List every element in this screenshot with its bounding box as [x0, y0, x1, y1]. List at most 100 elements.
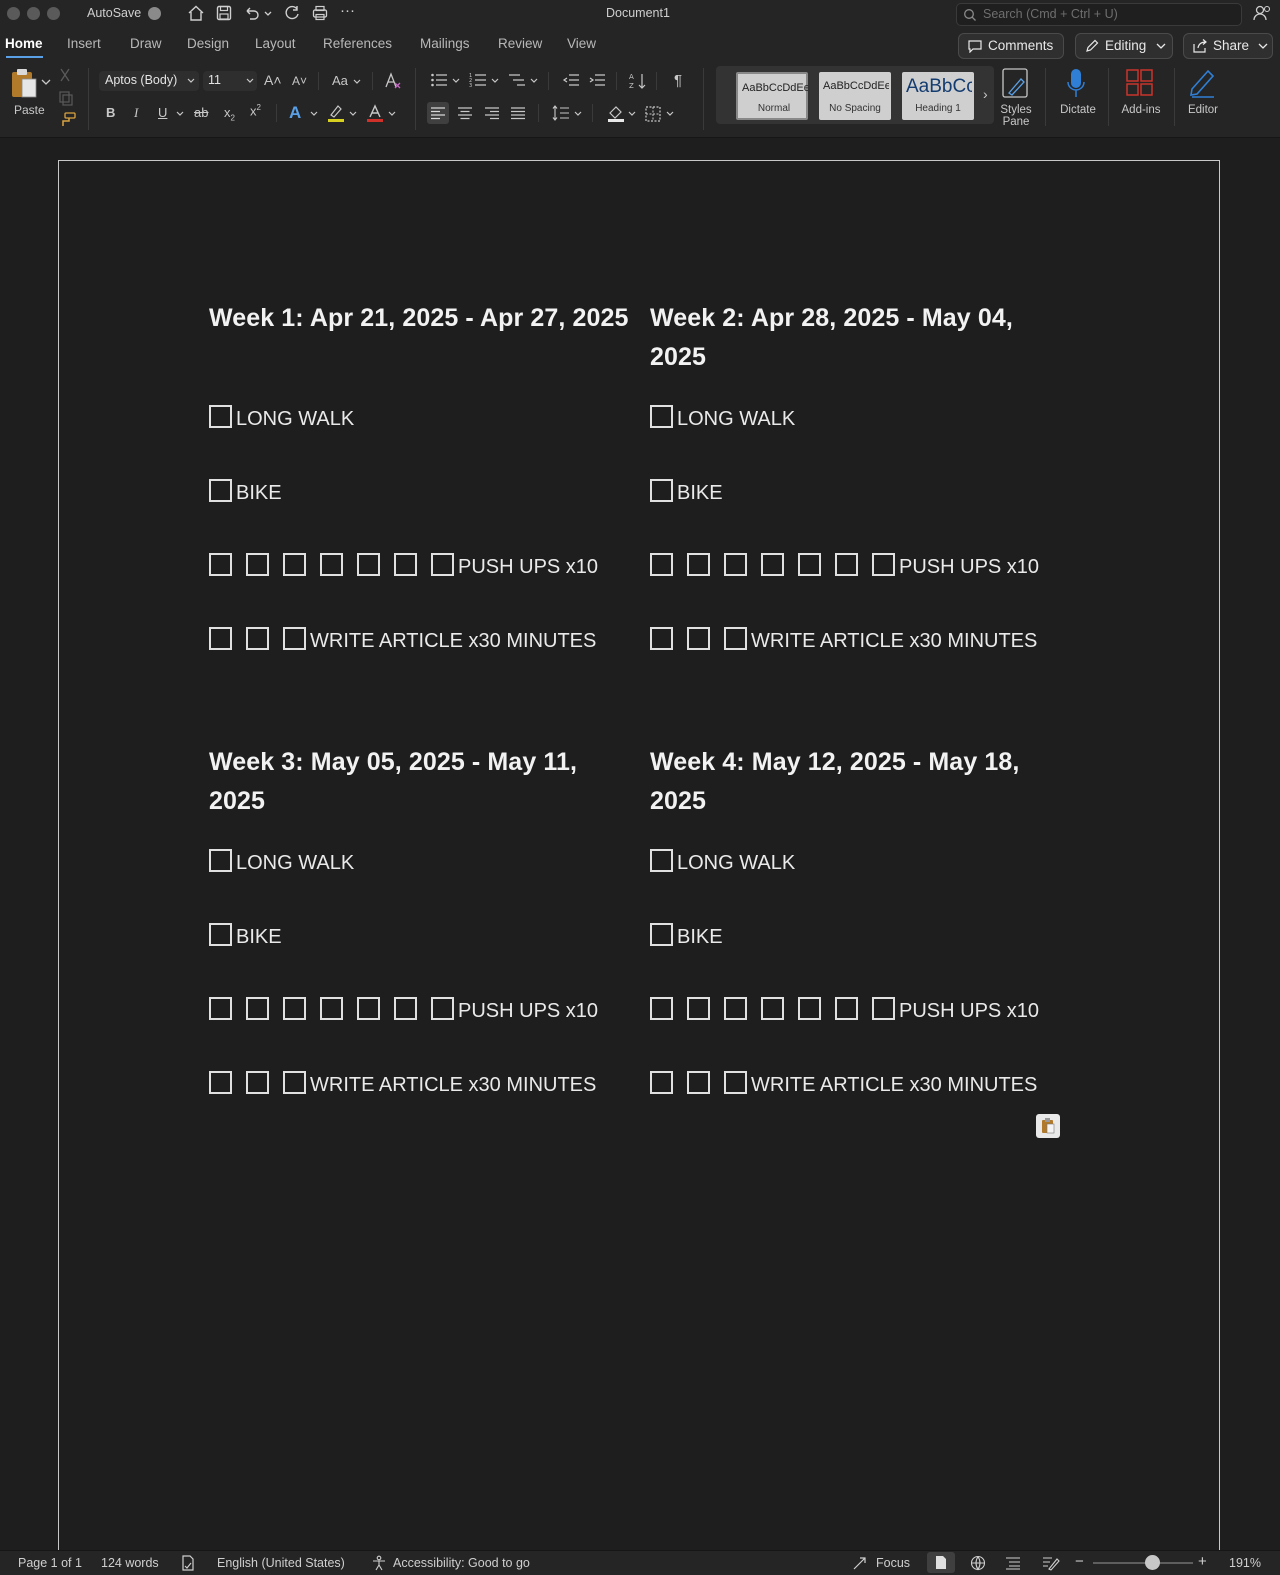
superscript-icon[interactable]: x2 [250, 103, 261, 118]
document-page[interactable]: Week 1: Apr 21, 2025 - Apr 27, 2025 LONG … [58, 160, 1220, 1571]
checkbox[interactable] [872, 553, 895, 576]
borders-icon[interactable] [644, 105, 662, 123]
highlighter-icon[interactable] [326, 103, 346, 123]
underline-button[interactable]: U [158, 105, 167, 120]
home-icon[interactable] [187, 4, 205, 22]
align-right-icon[interactable] [484, 106, 500, 120]
chevron-down-icon[interactable] [310, 111, 318, 117]
copy-icon[interactable] [58, 90, 74, 106]
checkbox[interactable] [798, 553, 821, 576]
style-normal[interactable]: AaBbCcDdEe Normal [736, 72, 808, 120]
focus-icon[interactable] [852, 1556, 867, 1571]
grow-font-icon[interactable]: A˄ [264, 72, 282, 88]
comments-button[interactable]: Comments [958, 33, 1064, 59]
chevron-down-icon[interactable] [666, 111, 674, 117]
shrink-font-icon[interactable]: A˅ [292, 74, 307, 88]
tab-mailings[interactable]: Mailings [420, 36, 470, 51]
microphone-icon[interactable] [1064, 67, 1088, 101]
checkbox[interactable] [724, 997, 747, 1020]
undo-chevron-down-icon[interactable] [262, 4, 274, 22]
account-icon[interactable] [1252, 4, 1272, 22]
editor-icon[interactable] [1188, 67, 1218, 99]
checkbox[interactable] [835, 553, 858, 576]
week-heading[interactable]: Week 3: May 05, 2025 - May 11, 2025 [209, 743, 629, 821]
task-label[interactable]: LONG WALK [236, 408, 354, 430]
checkbox[interactable] [687, 1071, 710, 1094]
zoom-window-button[interactable] [47, 7, 60, 20]
align-left-button[interactable] [427, 102, 449, 124]
checkbox[interactable] [650, 997, 673, 1020]
print-layout-button[interactable] [927, 1552, 955, 1573]
zoom-slider-track[interactable] [1093, 1562, 1193, 1564]
undo-icon[interactable] [243, 4, 261, 22]
week-heading[interactable]: Week 2: Apr 28, 2025 - May 04, 2025 [650, 299, 1070, 377]
styles-pane-icon[interactable] [1001, 67, 1031, 101]
task-label[interactable]: BIKE [236, 926, 282, 948]
tab-draw[interactable]: Draw [130, 36, 162, 51]
checkbox[interactable] [761, 997, 784, 1020]
font-size-dropdown[interactable]: 11 [203, 71, 257, 91]
multilevel-list-icon[interactable] [508, 72, 526, 88]
print-icon[interactable] [311, 4, 329, 22]
paste-icon[interactable] [10, 68, 40, 100]
checkbox[interactable] [246, 627, 269, 650]
checkbox[interactable] [650, 849, 673, 872]
checkbox[interactable] [209, 553, 232, 576]
checkbox[interactable] [209, 627, 232, 650]
word-count[interactable]: 124 words [101, 1556, 159, 1570]
sort-icon[interactable]: AZ [628, 71, 648, 91]
strikethrough-icon[interactable]: ab [194, 105, 208, 120]
task-label[interactable]: WRITE ARTICLE x30 MINUTES [751, 1074, 1037, 1096]
checkbox[interactable] [320, 553, 343, 576]
tab-review[interactable]: Review [498, 36, 542, 51]
editing-mode-button[interactable]: Editing [1075, 33, 1173, 59]
checkbox[interactable] [246, 997, 269, 1020]
week-heading[interactable]: Week 4: May 12, 2025 - May 18, 2025 [650, 743, 1070, 821]
checkbox[interactable] [209, 405, 232, 428]
focus-mode-button[interactable]: Focus [876, 1556, 910, 1570]
cut-icon[interactable] [58, 68, 72, 82]
zoom-slider-thumb[interactable] [1145, 1555, 1160, 1570]
task-label[interactable]: LONG WALK [677, 408, 795, 430]
task-label[interactable]: LONG WALK [677, 852, 795, 874]
checkbox[interactable] [724, 1071, 747, 1094]
checkbox[interactable] [431, 997, 454, 1020]
chevron-down-icon[interactable] [530, 78, 538, 84]
chevron-down-icon[interactable] [388, 111, 396, 117]
tab-insert[interactable]: Insert [67, 36, 101, 51]
line-spacing-icon[interactable] [552, 105, 570, 121]
checkbox[interactable] [394, 997, 417, 1020]
task-label[interactable]: BIKE [236, 482, 282, 504]
increase-indent-icon[interactable] [588, 72, 606, 88]
tab-references[interactable]: References [323, 36, 392, 51]
outline-view-icon[interactable] [1005, 1556, 1021, 1570]
more-options-icon[interactable]: ··· [340, 2, 355, 19]
justify-icon[interactable] [510, 106, 526, 120]
checkbox[interactable] [650, 627, 673, 650]
task-label[interactable]: LONG WALK [236, 852, 354, 874]
checkbox[interactable] [209, 997, 232, 1020]
checkbox[interactable] [872, 997, 895, 1020]
autosave-toggle[interactable] [148, 7, 161, 20]
checkbox[interactable] [246, 553, 269, 576]
task-label[interactable]: WRITE ARTICLE x30 MINUTES [310, 1074, 596, 1096]
chevron-down-icon[interactable] [353, 79, 361, 85]
checkbox[interactable] [283, 997, 306, 1020]
decrease-indent-icon[interactable] [562, 72, 580, 88]
chevron-down-icon[interactable] [574, 111, 582, 117]
save-icon[interactable] [215, 4, 233, 22]
task-label[interactable]: BIKE [677, 926, 723, 948]
checkbox[interactable] [283, 1071, 306, 1094]
subscript-icon[interactable]: x2 [224, 105, 235, 123]
format-painter-icon[interactable] [58, 112, 76, 128]
tab-home[interactable]: Home [5, 36, 43, 51]
checkbox[interactable] [650, 405, 673, 428]
add-ins-icon[interactable] [1125, 68, 1155, 98]
style-no-spacing[interactable]: AaBbCcDdEe No Spacing [819, 72, 891, 120]
show-formatting-icon[interactable]: ¶ [674, 72, 682, 89]
checkbox[interactable] [209, 479, 232, 502]
checkbox[interactable] [357, 553, 380, 576]
accessibility-status[interactable]: Accessibility: Good to go [393, 1556, 530, 1570]
checkbox[interactable] [687, 553, 710, 576]
bullets-icon[interactable] [430, 72, 448, 88]
